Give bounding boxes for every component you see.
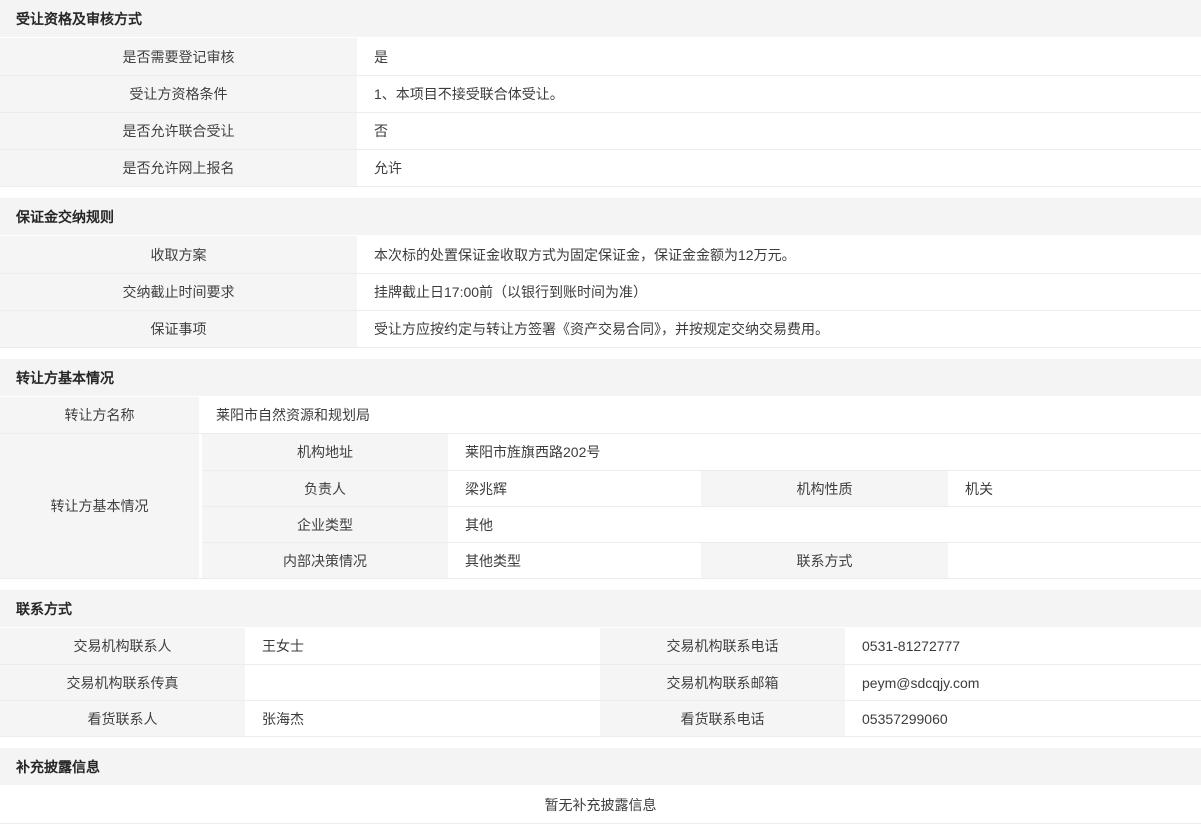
row-value	[951, 543, 1201, 578]
section-contact-info: 联系方式 交易机构联系人 王女士 交易机构联系电话 0531-81272777 …	[0, 590, 1201, 737]
transferor-detail-group: 转让方基本情况 机构地址 莱阳市旌旗西路202号 负责人 梁兆辉 机构性质 机关…	[0, 433, 1201, 578]
table-row: 看货联系人 张海杰 看货联系电话 05357299060	[0, 700, 1201, 736]
section-title: 保证金交纳规则	[0, 198, 1201, 236]
row-value: 莱阳市自然资源和规划局	[202, 397, 1201, 433]
table-row: 交纳截止时间要求 挂牌截止日17:00前（以银行到账时间为准）	[0, 273, 1201, 310]
row-label: 保证事项	[0, 311, 360, 347]
row-label: 交易机构联系人	[0, 628, 248, 664]
row-value	[248, 665, 600, 700]
table-row: 负责人 梁兆辉 机构性质 机关	[202, 470, 1201, 506]
row-label: 负责人	[202, 471, 451, 506]
table-row: 收取方案 本次标的处置保证金收取方式为固定保证金，保证金金额为12万元。	[0, 236, 1201, 273]
row-value: 0531-81272777	[848, 628, 1201, 664]
table-row: 转让方名称 莱阳市自然资源和规划局	[0, 397, 1201, 433]
section-supplementary-disclosure: 补充披露信息 暂无补充披露信息	[0, 748, 1201, 824]
row-value: 挂牌截止日17:00前（以银行到账时间为准）	[360, 274, 1201, 310]
row-label: 内部决策情况	[202, 543, 451, 578]
table-row: 交易机构联系传真 交易机构联系邮箱 peym@sdcqjy.com	[0, 664, 1201, 700]
section-title: 补充披露信息	[0, 748, 1201, 786]
empty-placeholder-text: 暂无补充披露信息	[0, 786, 1201, 823]
row-label: 是否需要登记审核	[0, 38, 360, 75]
table-row: 是否需要登记审核 是	[0, 38, 1201, 75]
row-label: 交易机构联系电话	[600, 628, 848, 664]
row-value: 本次标的处置保证金收取方式为固定保证金，保证金金额为12万元。	[360, 236, 1201, 273]
group-label: 转让方基本情况	[0, 434, 202, 578]
row-value: 梁兆辉	[451, 471, 701, 506]
row-value: peym@sdcqjy.com	[848, 665, 1201, 700]
section-transferor-info: 转让方基本情况 转让方名称 莱阳市自然资源和规划局 转让方基本情况 机构地址 莱…	[0, 359, 1201, 579]
row-label: 机构性质	[701, 471, 951, 506]
row-value: 其他	[451, 507, 1201, 542]
row-label: 联系方式	[701, 543, 951, 578]
table-row: 是否允许联合受让 否	[0, 112, 1201, 149]
section-title: 受让资格及审核方式	[0, 0, 1201, 38]
row-value: 否	[360, 113, 1201, 149]
section-title: 转让方基本情况	[0, 359, 1201, 397]
row-label: 机构地址	[202, 434, 451, 470]
row-label: 受让方资格条件	[0, 76, 360, 112]
table-row: 机构地址 莱阳市旌旗西路202号	[202, 434, 1201, 470]
table-row: 交易机构联系人 王女士 交易机构联系电话 0531-81272777	[0, 628, 1201, 664]
row-value: 允许	[360, 150, 1201, 186]
row-value: 1、本项目不接受联合体受让。	[360, 76, 1201, 112]
row-label: 交易机构联系传真	[0, 665, 248, 700]
table-row: 保证事项 受让方应按约定与转让方签署《资产交易合同》，并按规定交纳交易费用。	[0, 310, 1201, 347]
row-label: 交纳截止时间要求	[0, 274, 360, 310]
row-label: 转让方名称	[0, 397, 202, 433]
table-row: 是否允许网上报名 允许	[0, 149, 1201, 186]
row-label: 企业类型	[202, 507, 451, 542]
row-value: 机关	[951, 471, 1201, 506]
row-value: 05357299060	[848, 701, 1201, 736]
table-row: 内部决策情况 其他类型 联系方式	[202, 542, 1201, 578]
row-value: 莱阳市旌旗西路202号	[451, 434, 1201, 470]
table-row: 暂无补充披露信息	[0, 786, 1201, 823]
row-label: 交易机构联系邮箱	[600, 665, 848, 700]
row-value: 是	[360, 38, 1201, 75]
section-deposit-rules: 保证金交纳规则 收取方案 本次标的处置保证金收取方式为固定保证金，保证金金额为1…	[0, 198, 1201, 348]
row-label: 是否允许联合受让	[0, 113, 360, 149]
row-label: 是否允许网上报名	[0, 150, 360, 186]
row-label: 收取方案	[0, 236, 360, 273]
row-label: 看货联系电话	[600, 701, 848, 736]
row-value: 张海杰	[248, 701, 600, 736]
row-value: 王女士	[248, 628, 600, 664]
table-row: 受让方资格条件 1、本项目不接受联合体受让。	[0, 75, 1201, 112]
row-value: 受让方应按约定与转让方签署《资产交易合同》，并按规定交纳交易费用。	[360, 311, 1201, 347]
section-transferee-qualification: 受让资格及审核方式 是否需要登记审核 是 受让方资格条件 1、本项目不接受联合体…	[0, 0, 1201, 187]
table-row: 企业类型 其他	[202, 506, 1201, 542]
row-value: 其他类型	[451, 543, 701, 578]
section-title: 联系方式	[0, 590, 1201, 628]
row-label: 看货联系人	[0, 701, 248, 736]
